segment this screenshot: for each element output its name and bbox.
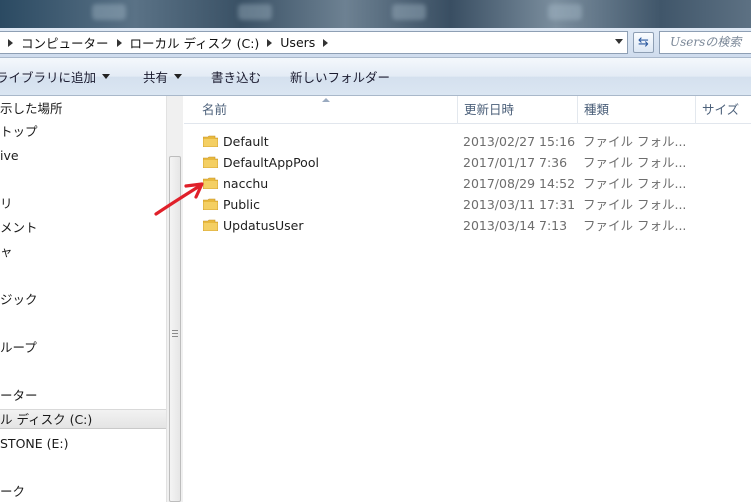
file-row[interactable]: Default 2013/02/27 15:16 ファイル フォル... [198, 131, 751, 152]
breadcrumb-chevron-icon[interactable] [267, 38, 273, 47]
file-name: DefaultAppPool [223, 155, 319, 170]
blurred-taskbar-icon [238, 4, 272, 20]
nav-item-pictures[interactable]: ャ [0, 242, 166, 262]
refresh-button[interactable]: ⇆ [633, 32, 654, 53]
folder-icon [203, 156, 218, 168]
blurred-taskbar-icon [548, 4, 582, 20]
breadcrumb-chevron-icon[interactable] [116, 38, 122, 47]
nav-item-documents[interactable]: メント [0, 218, 166, 238]
nav-item-drive[interactable]: ive [0, 146, 166, 166]
breadcrumb-local-disk[interactable]: ローカル ディスク (C:) [130, 33, 260, 52]
file-name: UpdatusUser [223, 218, 304, 233]
column-header-date[interactable]: 更新日時 [458, 96, 578, 124]
nav-item-desktop[interactable]: トップ [0, 122, 166, 142]
command-bar: ライブラリに追加 共有 書き込む 新しいフォルダー [0, 58, 751, 96]
file-type: ファイル フォル... [583, 134, 687, 149]
file-list: 名前 更新日時 種類 サイズ Default 2013/02/27 15:16 … [184, 96, 751, 502]
file-type: ファイル フォル... [583, 197, 687, 212]
address-bar-row: コンピューター ローカル ディスク (C:) Users ⇆ Usersの検索 [0, 28, 751, 58]
burn-button[interactable]: 書き込む [211, 67, 261, 86]
nav-item-computer[interactable]: ーター [0, 386, 166, 406]
address-bar[interactable]: コンピューター ローカル ディスク (C:) Users [0, 31, 628, 54]
nav-item-homegroup[interactable]: ループ [0, 338, 166, 358]
breadcrumb-chevron-icon[interactable] [323, 38, 329, 47]
new-folder-label: 新しいフォルダー [290, 70, 391, 85]
column-header-size[interactable]: サイズ [696, 96, 751, 124]
search-placeholder: Usersの検索 [670, 35, 742, 49]
folder-icon [203, 219, 218, 231]
nav-item-recent-places[interactable]: 示した場所 [0, 99, 166, 119]
burn-label: 書き込む [211, 70, 262, 85]
file-name: Default [223, 134, 269, 149]
file-type: ファイル フォル... [583, 155, 687, 170]
add-to-library-label: ライブラリに追加 [0, 70, 97, 85]
column-header-name[interactable]: 名前 [196, 96, 458, 124]
new-folder-button[interactable]: 新しいフォルダー [290, 67, 390, 86]
navigation-scrollbar[interactable] [166, 96, 183, 502]
breadcrumb-computer[interactable]: コンピューター [21, 33, 109, 52]
file-type: ファイル フォル... [583, 218, 687, 233]
blurred-taskbar-icon [392, 4, 426, 20]
refresh-icon: ⇆ [638, 35, 649, 50]
chevron-down-icon [102, 74, 111, 79]
file-name: nacchu [223, 176, 269, 191]
file-date: 2017/01/17 7:36 [463, 155, 568, 170]
nav-item-removable-drive[interactable]: STONE (E:) [0, 434, 166, 454]
add-to-library-button[interactable]: ライブラリに追加 [0, 67, 111, 86]
nav-item-library[interactable]: リ [0, 194, 166, 214]
file-name: Public [223, 197, 260, 212]
file-row[interactable]: UpdatusUser 2013/03/14 7:13 ファイル フォル... [198, 215, 751, 236]
file-row[interactable]: Public 2013/03/11 17:31 ファイル フォル... [198, 194, 751, 215]
scroll-grip-icon [172, 330, 178, 337]
address-history-dropdown-icon[interactable] [615, 39, 623, 44]
column-header-type[interactable]: 種類 [578, 96, 696, 124]
file-date: 2013/03/11 17:31 [463, 197, 576, 212]
search-input[interactable]: Usersの検索 [659, 31, 751, 54]
folder-icon [203, 135, 218, 147]
column-header-row: 名前 更新日時 種類 サイズ [184, 96, 751, 124]
file-row[interactable]: DefaultAppPool 2017/01/17 7:36 ファイル フォル.… [198, 152, 751, 173]
file-date: 2017/08/29 14:52 [463, 176, 576, 191]
share-button[interactable]: 共有 [143, 67, 183, 86]
nav-item-network[interactable]: ーク [0, 482, 166, 502]
nav-item-local-disk[interactable]: ル ディスク (C:) [0, 409, 166, 429]
chevron-down-icon [174, 74, 183, 79]
file-row[interactable]: nacchu 2017/08/29 14:52 ファイル フォル... [198, 173, 751, 194]
breadcrumb-chevron-icon[interactable] [8, 38, 13, 47]
breadcrumb-users[interactable]: Users [280, 35, 315, 50]
window-title-bar [0, 0, 751, 28]
navigation-pane: 示した場所 トップ ive リ メント ャ ジック ループ ーター ル ディスク… [0, 96, 166, 502]
blurred-taskbar-icon [92, 4, 126, 20]
file-date: 2013/02/27 15:16 [463, 134, 576, 149]
annotation-arrow-icon [154, 182, 204, 216]
share-label: 共有 [143, 70, 169, 85]
file-type: ファイル フォル... [583, 176, 687, 191]
nav-item-music[interactable]: ジック [0, 290, 166, 310]
file-date: 2013/03/14 7:13 [463, 218, 568, 233]
